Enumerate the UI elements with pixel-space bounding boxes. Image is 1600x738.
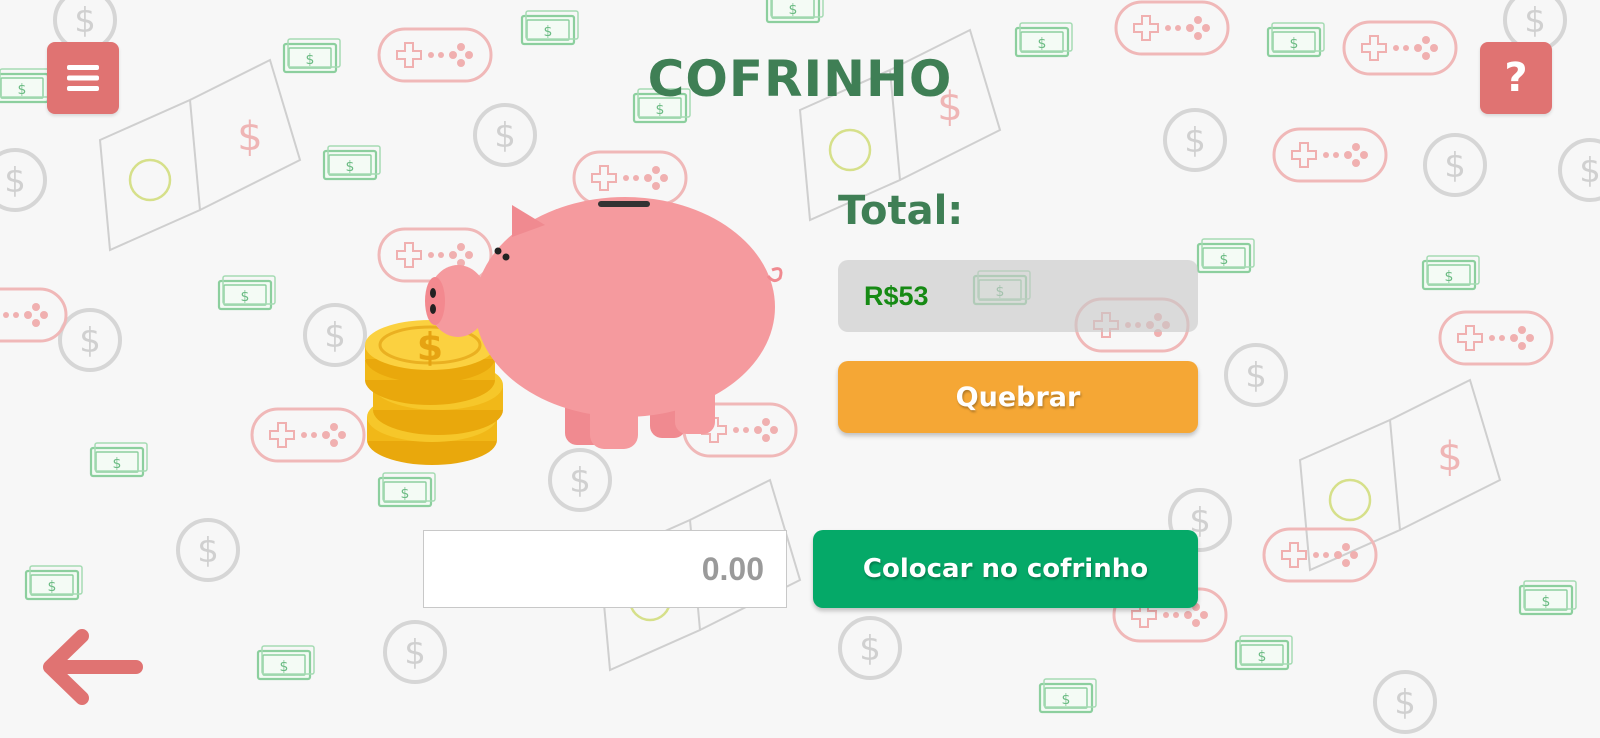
break-button[interactable]: Quebrar — [838, 361, 1198, 433]
svg-text:$: $ — [417, 325, 443, 369]
break-button-label: Quebrar — [955, 381, 1081, 413]
total-label: Total: — [838, 188, 964, 234]
background-pattern: $ $ $ — [0, 0, 1600, 734]
piggy-bank-illustration: $ — [365, 197, 783, 465]
arrow-left-icon[interactable] — [38, 626, 144, 708]
deposit-amount-input[interactable] — [423, 530, 787, 608]
deposit-button-label: Colocar no cofrinho — [862, 554, 1149, 584]
total-value: R$53 — [864, 280, 929, 311]
page-title: COFRINHO — [647, 50, 953, 108]
total-display: R$53 — [838, 260, 1198, 332]
deposit-button[interactable]: Colocar no cofrinho — [813, 530, 1198, 608]
coin-stack: $ — [365, 320, 503, 465]
